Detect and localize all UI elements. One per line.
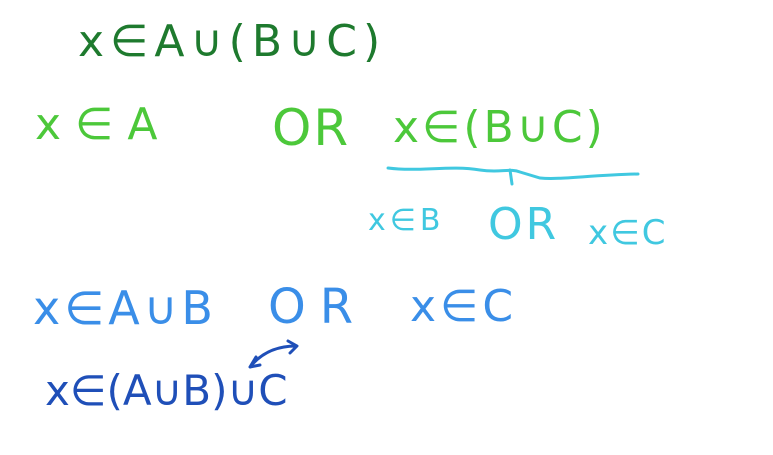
expression-line-4-right: x∈C xyxy=(410,281,518,332)
expression-line-2-right: x∈(B∪C) xyxy=(393,102,606,153)
drawing-canvas: x∈A∪(B∪C) x∈A OR x∈(B∪C) x∈B OR x∈C x∈A∪… xyxy=(0,0,773,455)
expression-line-3-left: x∈B xyxy=(368,203,445,238)
swap-arrow-icon xyxy=(248,339,299,369)
expression-line-1: x∈A∪(B∪C) xyxy=(78,16,387,67)
expression-line-5: x∈(A∪B)∪C xyxy=(45,366,288,415)
or-word-line-4: OR xyxy=(268,279,368,335)
expression-line-3-right: x∈C xyxy=(588,213,668,253)
underline-squiggle xyxy=(386,166,640,180)
underline-tick xyxy=(508,168,514,186)
or-word-line-2: OR xyxy=(272,99,351,157)
expression-line-4-left: x∈A∪B xyxy=(33,281,217,335)
or-word-line-3: OR xyxy=(488,199,560,250)
expression-line-2-left: x∈A xyxy=(35,99,172,150)
